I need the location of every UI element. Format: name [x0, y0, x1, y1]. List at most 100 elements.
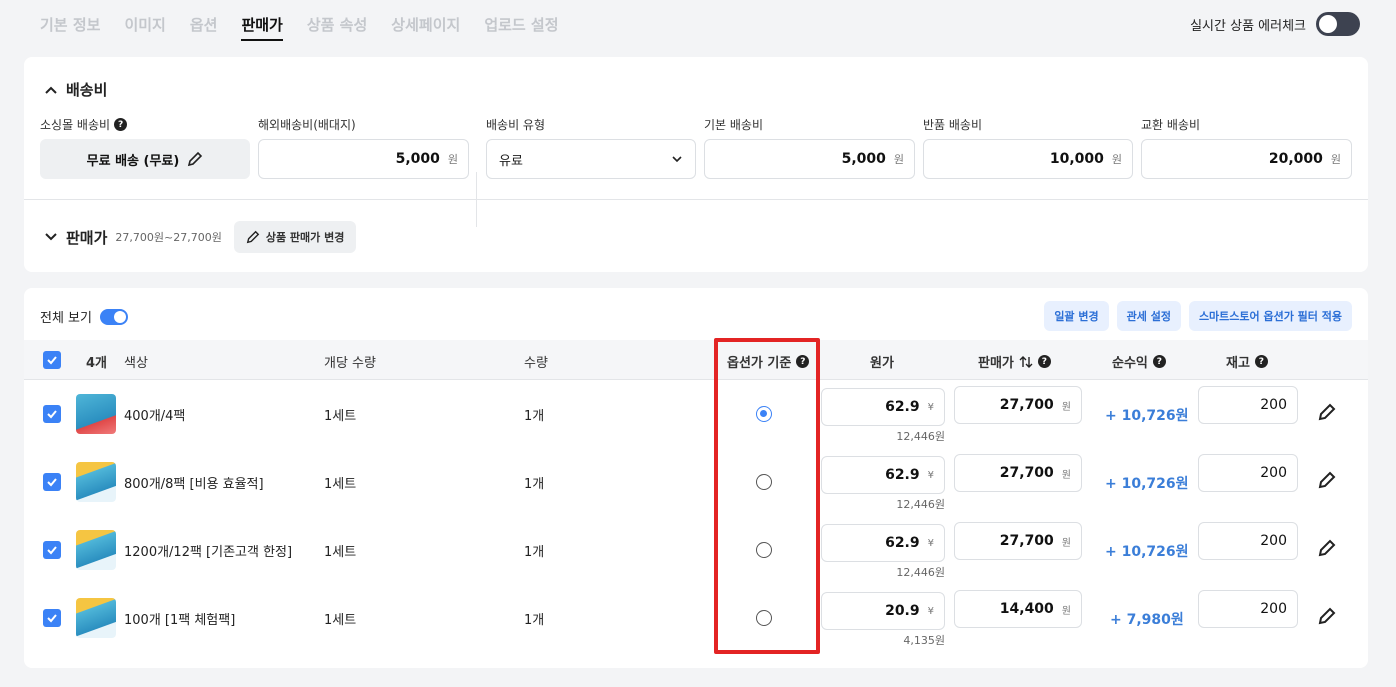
sort-icon[interactable] [1019, 355, 1033, 369]
chevron-up-icon [45, 86, 57, 94]
sale-value: 27,700 [999, 397, 1054, 413]
cost-value: 20.9 [885, 603, 920, 619]
exchange-shipping-value: 20,000 [1268, 151, 1323, 167]
help-icon[interactable]: ? [114, 118, 128, 131]
tab-price[interactable]: 판매가 [241, 14, 283, 41]
option-name: 100개 [1팩 체험팩] [124, 613, 236, 628]
option-name: 400개/4팩 [124, 409, 186, 424]
sale-price-input[interactable]: 27,700 원 [954, 386, 1082, 424]
base-shipping-input[interactable]: 5,000 원 [704, 139, 915, 179]
help-icon[interactable]: ? [1037, 355, 1051, 368]
qty: 1개 [524, 613, 545, 628]
overseas-shipping-input[interactable]: 5,000 원 [258, 139, 469, 179]
header-color: 색상 [124, 356, 148, 371]
overseas-shipping-label: 해외배송비(배대지) [258, 118, 356, 132]
product-thumbnail [76, 394, 116, 434]
help-icon[interactable]: ? [1152, 355, 1166, 368]
check-icon [47, 410, 57, 419]
row-checkbox[interactable] [43, 541, 61, 559]
base-option-radio[interactable] [756, 542, 772, 558]
select-all-checkbox[interactable] [43, 351, 61, 369]
sale-price-input[interactable]: 27,700 원 [954, 522, 1082, 560]
stock-input[interactable]: 200 [1198, 454, 1298, 492]
tab-attributes[interactable]: 상품 속성 [307, 14, 367, 41]
table-header: 4개 색상 개당 수량 수량 옵션가 기준 ? 원가 판매가 ? 순수익 ? 재… [24, 340, 1368, 380]
mall-shipping-label: 소싱몰 배송비 ? [40, 116, 128, 133]
cost-input[interactable]: 20.9 ¥ [821, 592, 945, 630]
bulk-change-button[interactable]: 일괄 변경 [1044, 301, 1109, 331]
header-qty: 수량 [524, 356, 548, 371]
tab-images[interactable]: 이미지 [124, 14, 165, 41]
table-row: 100개 [1팩 체험팩] 1세트 1개 20.9 ¥ 4,135원 14,40… [24, 584, 1368, 652]
shipping-type-select[interactable]: 유료 [486, 139, 696, 179]
unit-label: 원 [447, 153, 458, 166]
return-shipping-input[interactable]: 10,000 원 [923, 139, 1133, 179]
return-shipping-value: 10,000 [1049, 151, 1104, 167]
chevron-down-icon[interactable] [44, 230, 58, 244]
per-qty: 1세트 [324, 613, 357, 628]
yen-unit: ¥ [927, 469, 934, 481]
base-option-radio[interactable] [756, 474, 772, 490]
sale-value: 14,400 [999, 601, 1054, 617]
mall-shipping-button[interactable]: 무료 배송 (무료) [40, 139, 250, 179]
row-checkbox[interactable] [43, 405, 61, 423]
return-shipping-label: 반품 배송비 [923, 118, 983, 132]
tax-settings-button[interactable]: 관세 설정 [1116, 301, 1181, 331]
error-check-toggle[interactable] [1316, 12, 1360, 36]
exchange-shipping-input[interactable]: 20,000 원 [1141, 139, 1352, 179]
edit-icon[interactable] [1317, 538, 1337, 558]
stock-input[interactable]: 200 [1198, 386, 1298, 424]
cost-value: 62.9 [885, 467, 920, 483]
stock-input[interactable]: 200 [1198, 522, 1298, 560]
product-thumbnail [76, 462, 116, 502]
header-sale-label: 판매가 [978, 356, 1014, 371]
option-name: 1200개/12팩 [기존고객 한정] [124, 545, 293, 560]
view-all-toggle[interactable] [99, 308, 128, 325]
edit-icon[interactable] [1317, 470, 1337, 490]
mall-shipping-label-text: 소싱몰 배송비 [40, 118, 111, 132]
sale-price-input[interactable]: 27,700 원 [954, 454, 1082, 492]
header-count: 4개 [86, 356, 108, 371]
tab-basic-info[interactable]: 기본 정보 [40, 14, 100, 41]
tab-detail-page[interactable]: 상세페이지 [391, 14, 460, 41]
check-icon [47, 614, 57, 623]
cost-input[interactable]: 62.9 ¥ [821, 524, 945, 562]
exchange-shipping-label: 교환 배송비 [1141, 118, 1201, 132]
header-profit: 순수익 ? [1112, 352, 1166, 371]
cost-input[interactable]: 62.9 ¥ [821, 456, 945, 494]
cost-value: 62.9 [885, 399, 920, 415]
header-per-qty: 개당 수량 [324, 356, 376, 371]
cost-input[interactable]: 62.9 ¥ [821, 388, 945, 426]
base-option-radio[interactable] [756, 406, 772, 422]
divider [24, 199, 1368, 200]
sale-price-input[interactable]: 14,400 원 [954, 590, 1082, 628]
options-card: 전체 보기 일괄 변경 관세 설정 스마트스토어 옵션가 필터 적용 4개 색상… [24, 288, 1368, 668]
edit-icon[interactable] [1317, 402, 1337, 422]
toggle-knob [1319, 15, 1337, 33]
row-checkbox[interactable] [43, 473, 61, 491]
check-icon [47, 546, 57, 555]
won-unit: 원 [1061, 605, 1071, 617]
qty: 1개 [524, 409, 545, 424]
smartstore-filter-button[interactable]: 스마트스토어 옵션가 필터 적용 [1188, 301, 1352, 331]
edit-icon[interactable] [1317, 606, 1337, 626]
shipping-card: 배송비 소싱몰 배송비 ? 무료 배송 (무료) 해외배송비(배대지) 5,00… [24, 57, 1368, 272]
price-title: 판매가 [66, 228, 108, 247]
change-price-button[interactable]: 상품 판매가 변경 [233, 221, 357, 253]
cost-won: 12,446원 [896, 430, 945, 443]
tab-upload-settings[interactable]: 업로드 설정 [484, 14, 558, 41]
row-checkbox[interactable] [43, 609, 61, 627]
tab-options[interactable]: 옵션 [190, 14, 218, 41]
base-option-radio[interactable] [756, 610, 772, 626]
shipping-section-header[interactable]: 배송비 [44, 79, 107, 100]
shipping-title: 배송비 [66, 81, 108, 99]
toggle-knob [113, 310, 126, 323]
stock-value: 200 [1260, 397, 1287, 413]
net-profit: + 10,726원 [1105, 408, 1189, 424]
help-icon[interactable]: ? [1254, 355, 1268, 368]
view-all: 전체 보기 [40, 307, 128, 326]
option-name: 800개/8팩 [비용 효율적] [124, 477, 264, 492]
stock-input[interactable]: 200 [1198, 590, 1298, 628]
yen-unit: ¥ [927, 605, 934, 617]
help-icon[interactable]: ? [796, 355, 810, 368]
